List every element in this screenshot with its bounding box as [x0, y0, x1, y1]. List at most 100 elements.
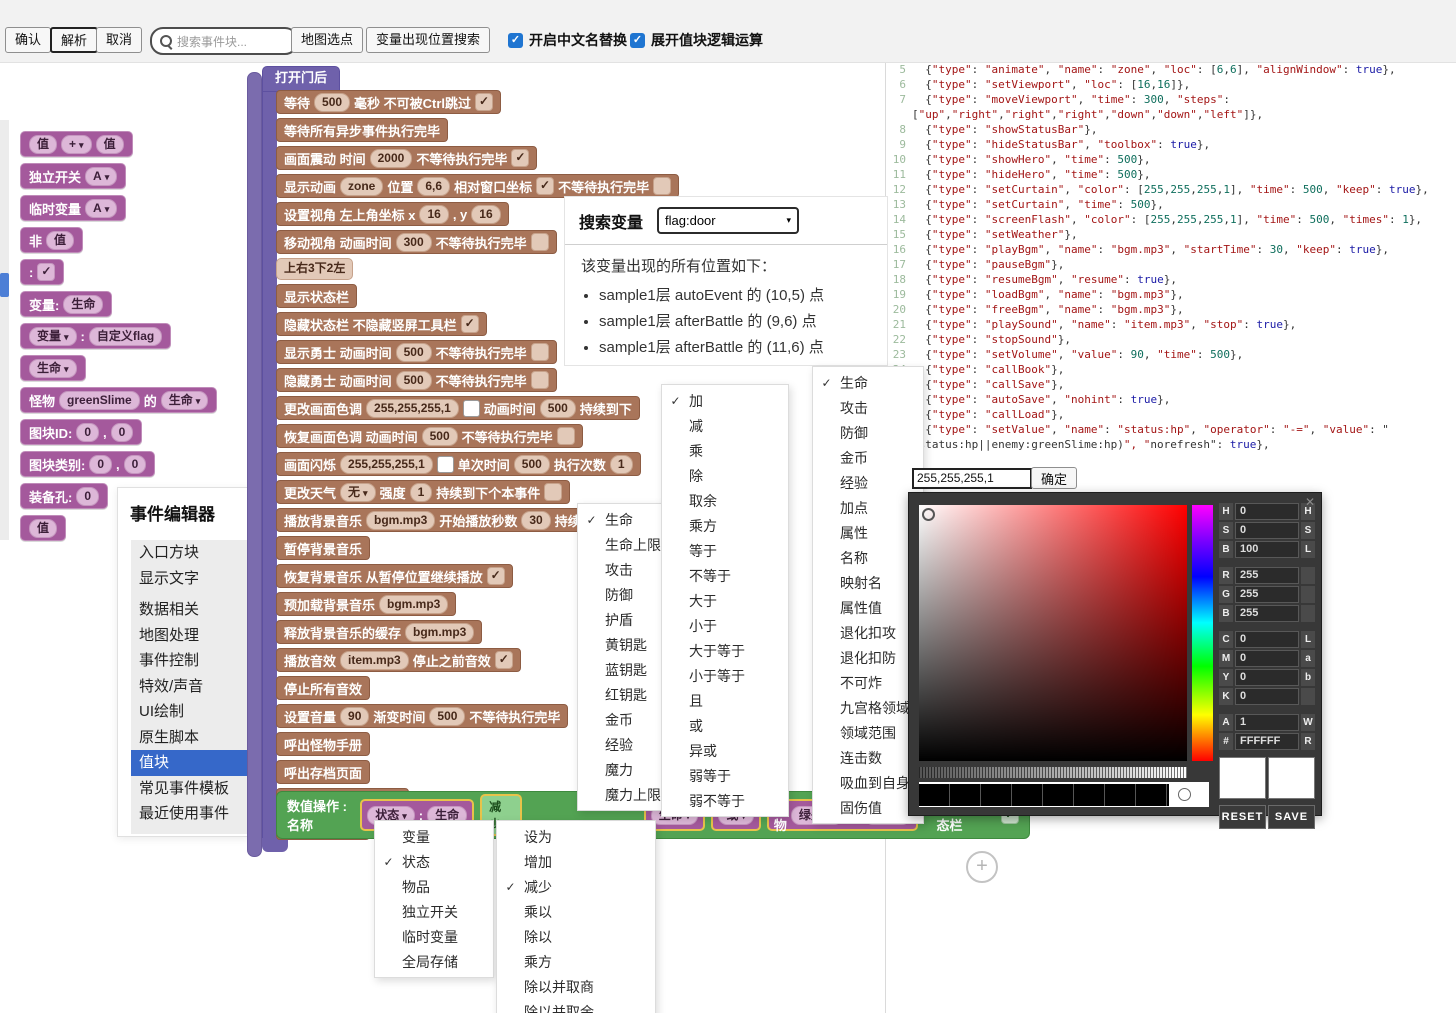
- value-flyout-block[interactable]: 图块类别:0,0: [20, 451, 155, 477]
- value-flyout-block[interactable]: :✓: [20, 259, 64, 285]
- checkbox-unchecked[interactable]: [531, 233, 549, 251]
- event-block-row[interactable]: 呼出存档页面: [276, 760, 370, 784]
- block-field[interactable]: 2000: [370, 149, 413, 168]
- checkbox-checked[interactable]: ✓: [487, 567, 505, 585]
- field-value[interactable]: 100: [1235, 541, 1299, 558]
- reset-button[interactable]: RESET: [1219, 805, 1266, 829]
- event-block-row[interactable]: 更改画面色调255,255,255,1动画时间500持续到下: [276, 396, 640, 420]
- field-value[interactable]: 0: [1235, 688, 1299, 705]
- menu-item[interactable]: 除以并取余: [497, 999, 655, 1013]
- menu-item[interactable]: 经验: [813, 470, 923, 495]
- menu-item[interactable]: 退化扣攻: [813, 620, 923, 645]
- menu-item[interactable]: 且: [662, 688, 788, 713]
- menu-item[interactable]: 临时变量: [375, 924, 493, 949]
- menu-item[interactable]: 大于: [662, 588, 788, 613]
- block-field[interactable]: 500: [396, 371, 432, 390]
- menu-item[interactable]: 独立开关: [375, 899, 493, 924]
- block-dropdown[interactable]: 变量: [29, 327, 77, 346]
- block-dropdown[interactable]: 生命: [29, 359, 77, 378]
- menu-item[interactable]: 异或: [662, 738, 788, 763]
- menu-item[interactable]: 吸血到自身: [813, 770, 923, 795]
- event-block-row[interactable]: 显示勇士 动画时间500不等待执行完毕: [276, 340, 557, 364]
- value-flyout-block[interactable]: 变量:生命: [20, 291, 112, 317]
- field-value[interactable]: 0: [1235, 669, 1299, 686]
- event-block-row[interactable]: 恢复画面色调 动画时间500不等待执行完毕: [276, 424, 583, 448]
- value-flyout-block[interactable]: 图块ID:0,0: [20, 419, 142, 445]
- menu-item[interactable]: ✓减少: [497, 874, 655, 899]
- block-field[interactable]: greenSlime: [59, 391, 140, 410]
- block-dropdown[interactable]: 生命: [161, 391, 209, 410]
- block-field[interactable]: 0: [124, 455, 147, 474]
- event-block-row[interactable]: 更改天气无强度1持续到下个本事件: [276, 480, 570, 504]
- menu-item[interactable]: 红钥匙: [578, 682, 668, 707]
- event-block-row[interactable]: 画面闪烁255,255,255,1单次时间500执行次数1: [276, 452, 641, 476]
- block-field[interactable]: 0: [76, 423, 99, 442]
- field-value[interactable]: 0: [1235, 650, 1299, 667]
- menu-item[interactable]: ✓生命: [813, 370, 923, 395]
- checkbox-unchecked[interactable]: [544, 483, 562, 501]
- checkbox-unchecked[interactable]: [531, 371, 549, 389]
- menu-item[interactable]: 弱不等于: [662, 788, 788, 813]
- block-field[interactable]: bgm.mp3: [405, 623, 474, 642]
- event-block-row[interactable]: 隐藏状态栏 不隐藏竖屏工具栏✓: [276, 312, 487, 336]
- menu-item[interactable]: 等于: [662, 538, 788, 563]
- block-field[interactable]: 500: [396, 343, 432, 362]
- menu-item[interactable]: 弱等于: [662, 763, 788, 788]
- menu-item[interactable]: 增加: [497, 849, 655, 874]
- sidebar-item[interactable]: 数据相关: [131, 597, 249, 623]
- sidebar-item[interactable]: 常见事件模板: [131, 776, 249, 802]
- color-swatch-field[interactable]: [463, 400, 480, 417]
- value-flyout-block[interactable]: 怪物greenSlime的生命: [20, 387, 217, 413]
- block-field[interactable]: bgm.mp3: [366, 511, 435, 530]
- color-value-input[interactable]: [912, 468, 1032, 489]
- search-block-input[interactable]: 搜索事件块...: [150, 27, 298, 55]
- menu-item[interactable]: 设为: [497, 824, 655, 849]
- value-flyout-block[interactable]: 变量:自定义flag: [20, 323, 171, 349]
- checkbox-unchecked[interactable]: [653, 177, 671, 195]
- color-swatch-field[interactable]: [437, 456, 454, 473]
- sidebar-item[interactable]: 特效/声音: [131, 674, 249, 700]
- event-block-row[interactable]: 等待500毫秒 不可被Ctrl跳过✓: [276, 90, 501, 114]
- value-flyout-block[interactable]: 装备孔:0: [20, 483, 108, 509]
- menu-item[interactable]: 领域范围: [813, 720, 923, 745]
- hue-slider[interactable]: [1192, 505, 1213, 761]
- saturation-value-area[interactable]: [919, 505, 1187, 761]
- block-field[interactable]: zone: [340, 177, 383, 196]
- block-field[interactable]: 上右3下2左: [276, 258, 353, 280]
- menu-item[interactable]: ✓加: [662, 388, 788, 413]
- value-flyout-block[interactable]: 值: [20, 515, 66, 541]
- event-block-row[interactable]: 显示状态栏: [276, 284, 357, 308]
- event-block-row[interactable]: 播放音效item.mp3停止之前音效✓: [276, 648, 521, 672]
- chinese-name-checkbox[interactable]: ✓: [508, 33, 523, 48]
- menu-item[interactable]: 除: [662, 463, 788, 488]
- sidebar-item[interactable]: 值块: [131, 750, 249, 776]
- parse-button[interactable]: 解析: [50, 27, 98, 53]
- color-confirm-button[interactable]: 确定: [1031, 467, 1077, 489]
- menu-item[interactable]: 变量: [375, 824, 493, 849]
- menu-item[interactable]: 小于等于: [662, 663, 788, 688]
- menu-item[interactable]: 攻击: [813, 395, 923, 420]
- block-field[interactable]: 值: [29, 135, 57, 154]
- block-dropdown[interactable]: A: [85, 167, 117, 186]
- checkbox-checked[interactable]: ✓: [511, 149, 529, 167]
- block-field[interactable]: 500: [422, 427, 458, 446]
- block-field[interactable]: 255,255,255,1: [340, 455, 433, 474]
- map-pick-button[interactable]: 地图选点: [291, 27, 363, 53]
- event-block-row[interactable]: 隐藏勇士 动画时间500不等待执行完毕: [276, 368, 557, 392]
- menu-item[interactable]: 黄钥匙: [578, 632, 668, 657]
- menu-item[interactable]: 魔力上限: [578, 782, 668, 807]
- menu-item[interactable]: 减: [662, 413, 788, 438]
- event-block-row[interactable]: 移动视角 动画时间300不等待执行完毕: [276, 230, 557, 254]
- event-block-row[interactable]: 画面震动 时间2000不等待执行完毕✓: [276, 146, 537, 170]
- alpha-slider[interactable]: [919, 767, 1187, 778]
- menu-item[interactable]: 防御: [578, 582, 668, 607]
- block-field[interactable]: 0: [76, 487, 99, 506]
- menu-item[interactable]: 加点: [813, 495, 923, 520]
- menu-item[interactable]: 小于: [662, 613, 788, 638]
- menu-item[interactable]: 全局存储: [375, 949, 493, 974]
- block-field[interactable]: 1: [410, 483, 433, 502]
- save-button[interactable]: SAVE: [1268, 805, 1315, 829]
- block-field[interactable]: 16: [471, 205, 500, 224]
- sidebar-item[interactable]: 最近使用事件: [131, 801, 249, 827]
- event-block-row[interactable]: 等待所有异步事件执行完毕: [276, 118, 448, 142]
